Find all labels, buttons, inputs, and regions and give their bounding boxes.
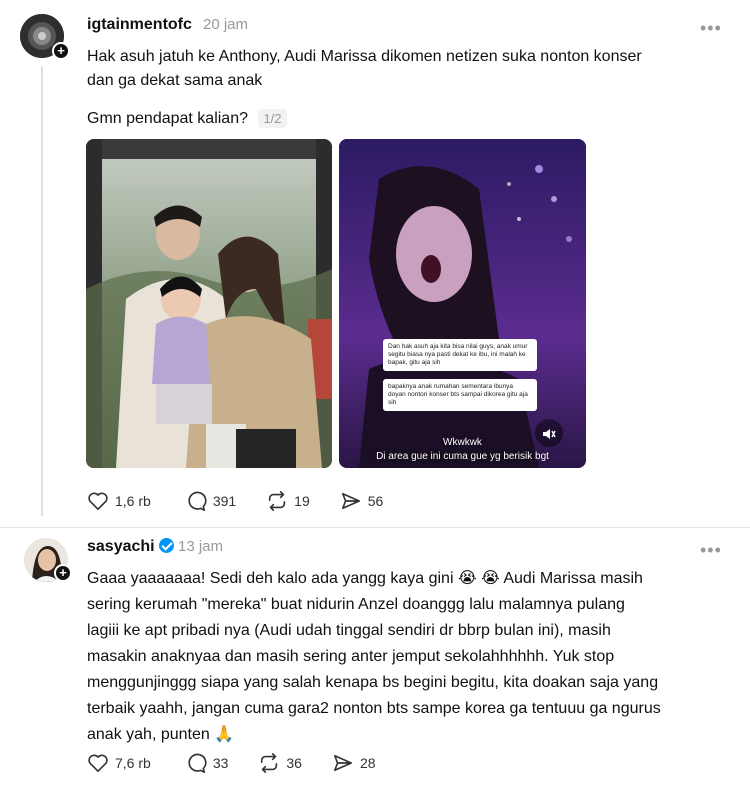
share-button[interactable]: 28 — [332, 753, 376, 773]
thread-line — [41, 66, 43, 516]
share-count: 28 — [359, 755, 376, 771]
send-icon — [341, 492, 360, 510]
like-button[interactable]: 1,6 rb — [87, 491, 151, 511]
comment-icon — [188, 753, 207, 773]
post-text-line: anak yah, punten 🙏 — [87, 726, 235, 743]
comment-button[interactable]: 33 — [185, 752, 229, 774]
like-button[interactable]: 7,6 rb — [87, 753, 151, 773]
post-image-concert[interactable]: Dan hak asuh aja kita bisa nilai guys, a… — [339, 139, 586, 468]
repost-count: 36 — [286, 755, 302, 771]
post-sasyachi: + sasyachi 13 jam ••• Gaaa yaaaaaaa! Sed… — [0, 528, 750, 791]
username[interactable]: igtainmentofc — [87, 16, 192, 34]
post-text: Gaaa yaaaaaaa! Sedi deh kalo ada yangg k… — [87, 566, 737, 748]
follow-plus-icon[interactable]: + — [52, 42, 70, 60]
overlay-comment-2: bapaknya anak rumahan sementara ibunya d… — [383, 379, 537, 411]
post-text-line: Gaaa yaaaaaaa! Sedi deh kalo ada yangg k… — [87, 570, 643, 587]
video-subtitle-2: Di area gue ini cuma gue yg berisik bgt — [376, 451, 549, 462]
post-text-line-1: Hak asuh jatuh ke Anthony, Audi Marissa … — [87, 48, 642, 65]
repost-button[interactable]: 36 — [258, 752, 302, 774]
post-time[interactable]: 13 jam — [178, 538, 223, 555]
heart-icon — [88, 754, 108, 772]
more-options-icon[interactable]: ••• — [700, 18, 722, 39]
video-subtitle-1: Wkwkwk — [443, 437, 482, 448]
post-text-line: sering kerumah "mereka" buat nidurin Anz… — [87, 596, 625, 613]
post-actions: 1,6 rb 391 19 56 — [87, 490, 413, 512]
comment-count: 33 — [212, 755, 229, 771]
repost-icon — [261, 753, 278, 773]
verified-badge-icon — [158, 538, 174, 553]
post-text-line: masakin anaknyaa dan masih sering anter … — [87, 648, 615, 665]
post-text-line: terbaik yaahh, jangan cuma gara2 nonton … — [87, 700, 661, 717]
repost-icon — [269, 491, 286, 511]
like-count: 1,6 rb — [115, 493, 151, 509]
post-image-family[interactable] — [86, 139, 332, 468]
username-text: sasyachi — [87, 538, 155, 555]
post-text-line: lagiii ke apt pribadi nya (Audi udah tin… — [87, 622, 611, 639]
post-time[interactable]: 20 jam — [203, 16, 248, 33]
send-icon — [333, 754, 352, 772]
share-count: 56 — [367, 493, 384, 509]
more-options-icon[interactable]: ••• — [700, 540, 722, 561]
post-actions: 7,6 rb 33 36 28 — [87, 752, 406, 774]
repost-button[interactable]: 19 — [266, 490, 310, 512]
comment-icon — [188, 491, 207, 511]
post-text-line-2: dan ga dekat sama anak — [87, 72, 263, 89]
comment-count: 391 — [212, 493, 237, 509]
like-count: 7,6 rb — [115, 755, 151, 771]
media-counter: 1/2 — [258, 109, 287, 128]
repost-count: 19 — [294, 493, 310, 509]
post-igtainmentofc: + igtainmentofc 20 jam ••• Hak asuh jatu… — [0, 0, 750, 530]
follow-plus-icon[interactable]: + — [54, 564, 72, 582]
post-question: Gmn pendapat kalian? 1/2 — [87, 106, 287, 132]
heart-icon — [88, 492, 108, 510]
post-question-text: Gmn pendapat kalian? — [87, 110, 248, 127]
family-photo — [86, 139, 332, 468]
post-text-line: menggunjinggg siapa yang salah kenapa bs… — [87, 674, 659, 691]
share-button[interactable]: 56 — [340, 491, 384, 511]
username[interactable]: sasyachi — [87, 538, 174, 556]
overlay-comment-1: Dan hak asuh aja kita bisa nilai guys, a… — [383, 339, 537, 371]
comment-button[interactable]: 391 — [185, 490, 236, 512]
